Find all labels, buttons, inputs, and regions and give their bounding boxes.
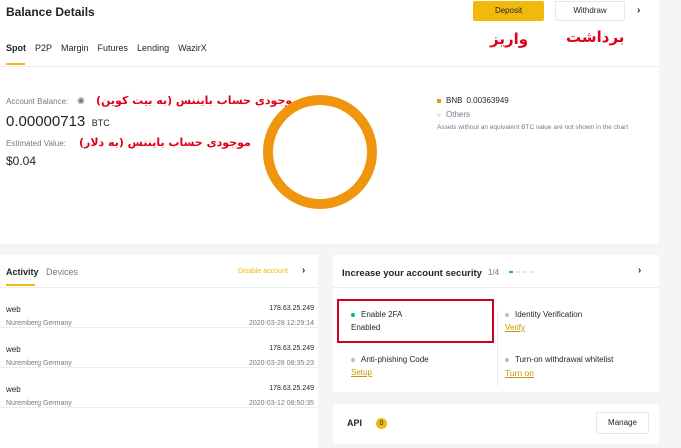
tabs-divider — [0, 66, 659, 67]
tab-activity-indicator — [6, 284, 35, 286]
usd-value: $0.04 — [6, 154, 37, 168]
progress-dot — [509, 271, 513, 273]
manage-button[interactable]: Manage — [596, 412, 649, 434]
activity-location: Nuremberg Germany — [6, 360, 72, 367]
legend-bnb-value: 0.00363949 — [466, 96, 509, 105]
setup-link[interactable]: Setup — [351, 368, 372, 377]
tab-activity[interactable]: Activity — [6, 267, 39, 277]
activity-ip: 178.63.25.249 — [269, 345, 314, 352]
security-item-whitelist: Turn-on withdrawal whitelist — [505, 355, 613, 364]
balance-donut-chart — [263, 95, 377, 209]
api-card: API 0 Manage — [333, 404, 659, 444]
withdraw-button[interactable]: Withdraw — [555, 1, 625, 21]
deposit-button[interactable]: Deposit — [473, 1, 544, 21]
activity-location: Nuremberg Germany — [6, 320, 72, 327]
activity-card: Activity Devices Disable account › web 1… — [0, 255, 318, 448]
turn-on-link[interactable]: Turn on — [505, 368, 534, 378]
security-item-label: Identity Verification — [515, 310, 583, 319]
security-item-2fa[interactable]: Enable 2FA — [351, 310, 402, 319]
status-dot — [351, 357, 355, 362]
security-item-identity: Identity Verification — [505, 310, 582, 319]
api-count-badge: 0 — [376, 418, 387, 429]
vertical-divider — [497, 311, 498, 386]
annotation-deposit: واریز — [490, 30, 529, 48]
security-divider — [333, 287, 659, 288]
account-balance-label: Account Balance: — [6, 97, 69, 106]
legend-bnb-swatch — [437, 98, 441, 103]
disable-account-link[interactable]: Disable account — [238, 268, 288, 275]
chart-note: Assets without an equivalent BTC value a… — [437, 124, 629, 131]
security-item-antiphishing: Anti-phishing Code — [351, 355, 429, 364]
balance-btc-value: 0.00000713 BTC — [6, 113, 110, 131]
security-item-label: Enable 2FA — [361, 310, 403, 319]
activity-time: 2020-03-28 12:29:14 — [249, 320, 314, 327]
security-chevron-icon[interactable]: › — [638, 265, 641, 276]
status-dot — [505, 312, 509, 317]
activity-time: 2020-03-12 08:50:35 — [249, 400, 314, 407]
tab-spot[interactable]: Spot — [6, 43, 26, 53]
highlight-2fa-box — [337, 299, 494, 343]
activity-ip: 178.63.25.249 — [269, 385, 314, 392]
status-dot — [351, 312, 355, 317]
tab-lending[interactable]: Lending — [137, 43, 169, 53]
security-card: Increase your account security 1/4 › Ena… — [333, 255, 659, 392]
security-item-2fa-status: Enabled — [351, 323, 381, 332]
tab-devices[interactable]: Devices — [46, 267, 78, 277]
security-progress-text: 1/4 — [488, 268, 500, 277]
activity-source: web — [6, 345, 21, 354]
security-item-label: Turn-on withdrawal whitelist — [515, 355, 614, 364]
security-title: Increase your account security — [342, 268, 482, 279]
activity-location: Nuremberg Germany — [6, 400, 72, 407]
security-progress-dots — [509, 271, 534, 273]
activity-row: web 178.63.25.249 Nuremberg Germany 2020… — [0, 328, 318, 368]
tab-margin[interactable]: Margin — [61, 43, 89, 53]
activity-ip: 178.63.25.249 — [269, 305, 314, 312]
btc-amount: 0.00000713 — [6, 113, 86, 130]
legend-others: Others — [437, 110, 470, 119]
activity-row: web 178.63.25.249 Nuremberg Germany 2020… — [0, 288, 318, 328]
activity-chevron-icon[interactable]: › — [302, 265, 305, 276]
balance-details-card: Balance Details Deposit Withdraw › واریز… — [0, 0, 659, 244]
legend-bnb: BNB 0.00363949 — [437, 96, 509, 105]
progress-dot — [530, 271, 534, 273]
wallet-tabs: Spot P2P Margin Futures Lending WazirX — [6, 43, 207, 53]
tab-wazirx[interactable]: WazirX — [178, 43, 207, 53]
tab-p2p[interactable]: P2P — [35, 43, 52, 53]
tab-futures[interactable]: Futures — [98, 43, 129, 53]
tab-active-indicator — [6, 63, 25, 65]
eye-icon[interactable]: ◉ — [77, 95, 85, 106]
annotation-withdraw: برداشت — [566, 28, 625, 46]
security-item-label: Anti-phishing Code — [361, 355, 429, 364]
progress-dot — [516, 271, 520, 273]
btc-unit: BTC — [91, 118, 110, 128]
estimated-value-label: Estimated Value: — [6, 139, 66, 148]
chevron-right-icon[interactable]: › — [637, 5, 640, 16]
status-dot — [505, 357, 509, 362]
annotation-balance-usd: موجودی حساب بایننس (به دلار) — [79, 136, 251, 149]
legend-bnb-name: BNB — [446, 96, 463, 105]
donut-slice-bnb — [263, 95, 377, 209]
activity-row: web 178.63.25.249 Nuremberg Germany 2020… — [0, 368, 318, 408]
api-label: API — [347, 418, 363, 428]
legend-others-name: Others — [446, 110, 471, 119]
page-title: Balance Details — [6, 5, 95, 19]
activity-time: 2020-03-28 08:35:23 — [249, 360, 314, 367]
verify-link[interactable]: Verify — [505, 323, 525, 332]
activity-source: web — [6, 305, 21, 314]
legend-others-swatch — [437, 112, 441, 117]
progress-dot — [523, 271, 527, 273]
activity-source: web — [6, 385, 21, 394]
